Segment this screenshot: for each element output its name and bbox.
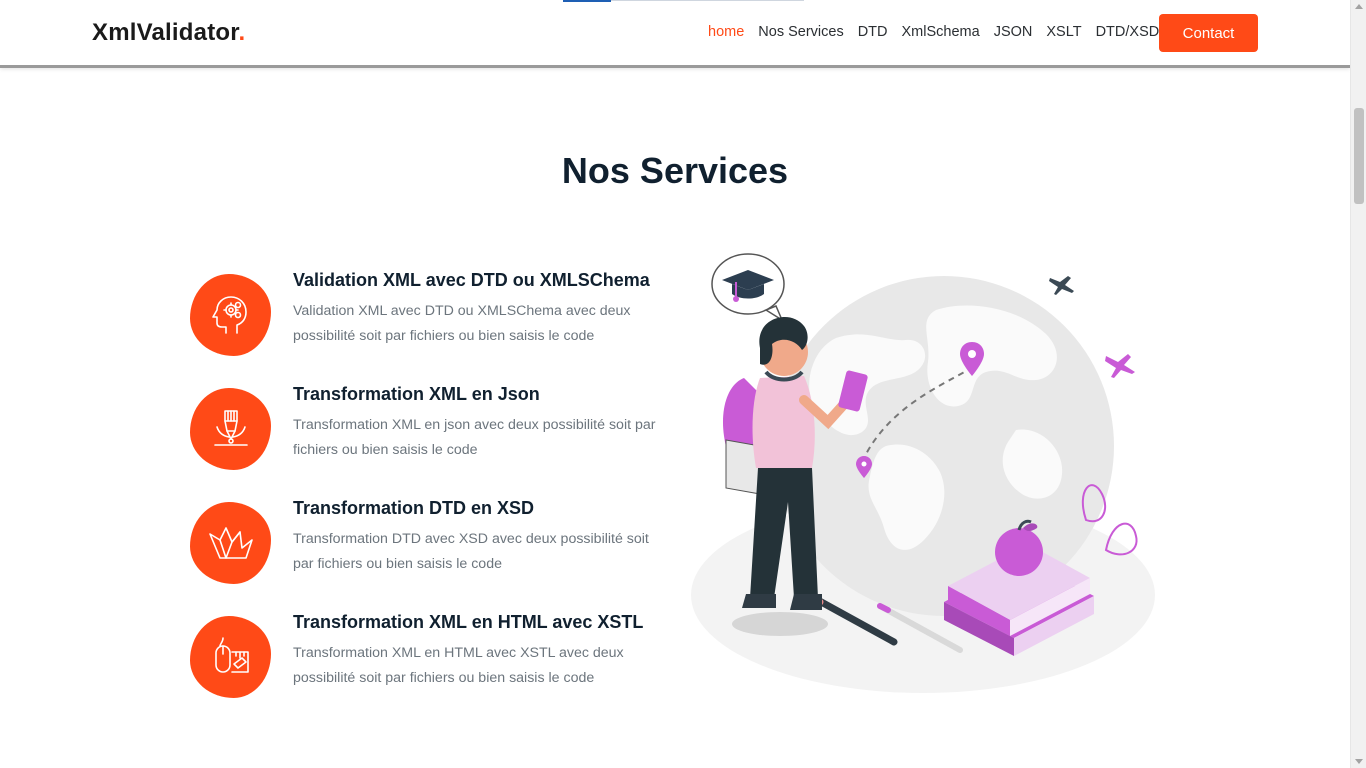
page-load-indicator xyxy=(563,0,611,2)
service-item: Transformation DTD en XSD Transformation… xyxy=(190,496,670,610)
service-item: Transformation XML en HTML avec XSTL Tra… xyxy=(190,610,670,724)
student-globe-illustration xyxy=(691,253,1155,693)
logo-dot: . xyxy=(238,19,246,46)
service-title: Validation XML avec DTD ou XMLSChema xyxy=(293,270,650,290)
paper-crane-icon xyxy=(190,502,271,584)
brain-head-icon xyxy=(190,274,271,356)
service-description: Transformation DTD avec XSD avec deux po… xyxy=(293,531,649,572)
service-title: Transformation XML en Json xyxy=(293,384,540,404)
scroll-thumb[interactable] xyxy=(1354,108,1364,204)
nav-item-nos-services[interactable]: Nos Services xyxy=(758,24,843,40)
scroll-up-arrow-icon[interactable] xyxy=(1355,4,1363,9)
logo-text: XmlValidator xyxy=(92,19,239,46)
nav-item-dtd-xsd[interactable]: DTD/XSD xyxy=(1096,24,1160,40)
service-description: Transformation XML en json avec deux pos… xyxy=(293,417,656,458)
page-scrollbar[interactable] xyxy=(1350,0,1366,768)
scroll-down-arrow-icon[interactable] xyxy=(1355,759,1363,764)
services-list: Validation XML avec DTD ou XMLSChema Val… xyxy=(190,268,670,724)
service-title: Transformation DTD en XSD xyxy=(293,498,535,518)
nav-item-home[interactable]: home xyxy=(708,24,744,40)
pen-nib-icon xyxy=(190,388,271,470)
mouse-tools-icon xyxy=(190,616,271,698)
service-item: Transformation XML en Json Transformatio… xyxy=(190,382,670,496)
section-title: Nos Services xyxy=(561,150,789,191)
site-logo[interactable]: XmlValidator. xyxy=(92,19,245,47)
page-load-track xyxy=(611,0,804,1)
service-item: Validation XML avec DTD ou XMLSChema Val… xyxy=(190,268,670,382)
service-description: Validation XML avec DTD ou XMLSChema ave… xyxy=(293,303,631,344)
site-header: XmlValidator. home Nos Services DTD XmlS… xyxy=(0,0,1350,68)
service-description: Transformation XML en HTML avec XSTL ave… xyxy=(293,645,624,686)
nav-item-xmlschema[interactable]: XmlSchema xyxy=(902,24,980,40)
nav-item-json[interactable]: JSON xyxy=(994,24,1033,40)
nav-item-dtd[interactable]: DTD xyxy=(858,24,888,40)
nav-item-xslt[interactable]: XSLT xyxy=(1046,24,1081,40)
contact-button[interactable]: Contact xyxy=(1159,14,1258,52)
main-nav: home Nos Services DTD XmlSchema JSON XSL… xyxy=(708,24,1159,40)
service-title: Transformation XML en HTML avec XSTL xyxy=(293,612,644,632)
